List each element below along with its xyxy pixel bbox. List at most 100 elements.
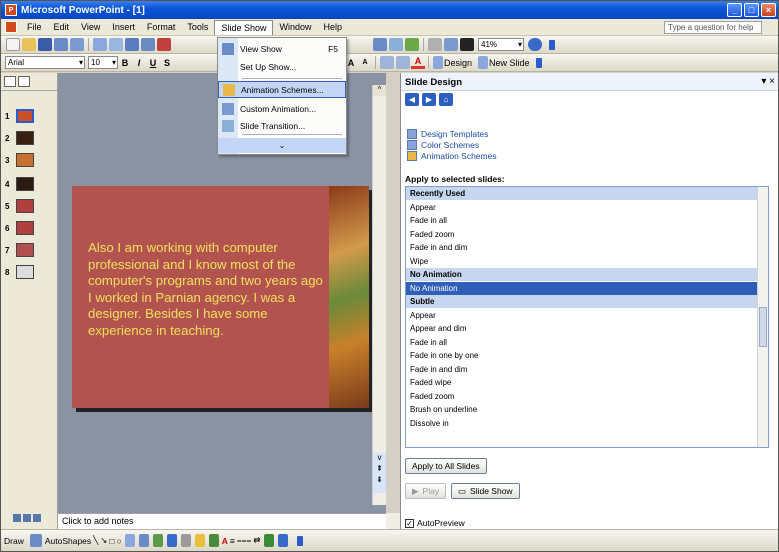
slide-thumbnail[interactable]: 8 bbox=[5, 265, 34, 279]
picture-icon[interactable] bbox=[180, 534, 191, 547]
menu-item-animation-schemes[interactable]: Animation Schemes... bbox=[218, 81, 346, 98]
animation-schemes-list[interactable]: Recently Used Appear Fade in all Faded zoom… bbox=[405, 186, 769, 448]
zoom-select[interactable]: 41% bbox=[478, 38, 524, 51]
previous-slide-icon[interactable]: ⇞ bbox=[376, 464, 383, 473]
bold-button[interactable]: B bbox=[118, 58, 132, 68]
grid-icon[interactable] bbox=[444, 38, 458, 51]
show-formatting-icon[interactable] bbox=[428, 38, 442, 51]
menu-tools[interactable]: Tools bbox=[181, 20, 214, 35]
slide-sorter-icon[interactable] bbox=[23, 514, 31, 522]
slide-thumbnail[interactable]: 5 bbox=[5, 199, 34, 213]
font-size-select[interactable]: 10 bbox=[88, 56, 118, 69]
slide-text-box[interactable]: Also I am working with computer professi… bbox=[88, 240, 328, 339]
increase-indent-icon[interactable] bbox=[396, 56, 410, 69]
wordart-icon[interactable] bbox=[138, 534, 149, 547]
list-item[interactable]: Appear bbox=[406, 309, 758, 322]
menu-file[interactable]: File bbox=[21, 20, 48, 35]
new-icon[interactable] bbox=[6, 38, 20, 51]
line-style-icon[interactable]: ≡ bbox=[230, 536, 235, 546]
research-icon[interactable] bbox=[141, 38, 155, 51]
slide-thumbnail[interactable]: 6 bbox=[5, 221, 34, 235]
menu-help[interactable]: Help bbox=[317, 20, 348, 35]
slides-tab-icon[interactable] bbox=[18, 76, 30, 87]
checkbox-icon[interactable]: ✓ bbox=[405, 518, 414, 528]
color-schemes-link[interactable]: Color Schemes bbox=[407, 140, 479, 150]
select-objects-icon[interactable] bbox=[29, 534, 42, 547]
shadow-button[interactable]: S bbox=[160, 58, 174, 68]
list-item[interactable]: Appear and dim bbox=[406, 322, 758, 335]
slide-thumbnail[interactable]: 4 bbox=[5, 177, 34, 191]
dash-style-icon[interactable]: ⩶ bbox=[237, 535, 252, 546]
list-item[interactable]: No Animation bbox=[406, 281, 758, 295]
toolbar-options-icon[interactable] bbox=[549, 39, 555, 50]
normal-view-icon[interactable] bbox=[13, 514, 21, 522]
scroll-up-icon[interactable]: ^ bbox=[373, 85, 386, 96]
list-item[interactable]: Fade in all bbox=[406, 214, 758, 227]
list-item[interactable]: Faded wipe bbox=[406, 376, 758, 389]
scroll-down-icon[interactable]: v bbox=[378, 453, 382, 462]
maximize-button[interactable]: □ bbox=[744, 3, 759, 17]
diagram-icon[interactable] bbox=[152, 534, 163, 547]
animation-schemes-link[interactable]: Animation Schemes bbox=[407, 151, 497, 161]
menu-view[interactable]: View bbox=[75, 20, 106, 35]
menu-format[interactable]: Format bbox=[141, 20, 182, 35]
apply-to-all-button[interactable]: Apply to All Slides bbox=[405, 458, 487, 474]
rectangle-icon[interactable]: □ bbox=[109, 536, 114, 546]
close-button[interactable]: × bbox=[761, 3, 776, 17]
font-select[interactable]: Arial bbox=[5, 56, 85, 69]
vertical-scrollbar[interactable]: ^ v ⇞ ⇟ bbox=[372, 85, 386, 505]
print-preview-icon[interactable] bbox=[109, 38, 123, 51]
toolbar-options-icon[interactable] bbox=[535, 57, 542, 68]
help-icon[interactable] bbox=[528, 38, 542, 51]
slideshow-view-icon[interactable] bbox=[33, 514, 41, 522]
clipart-icon[interactable] bbox=[166, 534, 177, 547]
list-item[interactable]: Appear bbox=[406, 201, 758, 214]
outline-tab-icon[interactable] bbox=[4, 76, 16, 87]
list-item[interactable]: Fade in one by one bbox=[406, 349, 758, 362]
list-item[interactable]: Fade in and dim bbox=[406, 241, 758, 254]
email-icon[interactable] bbox=[70, 38, 84, 51]
new-slide-button[interactable]: New Slide bbox=[489, 58, 530, 68]
slide-thumbnail[interactable]: 2 bbox=[5, 131, 34, 145]
menu-window[interactable]: Window bbox=[273, 20, 317, 35]
line-color-icon[interactable] bbox=[208, 534, 219, 547]
oval-icon[interactable]: ○ bbox=[117, 536, 122, 546]
font-color-draw-icon[interactable]: A bbox=[222, 536, 228, 546]
notes-scrollbar[interactable] bbox=[386, 513, 400, 529]
document-icon[interactable] bbox=[5, 21, 17, 33]
minimize-button[interactable]: _ bbox=[727, 3, 742, 17]
autoshapes-menu[interactable]: AutoShapes bbox=[45, 536, 91, 546]
scroll-thumb[interactable] bbox=[759, 307, 767, 347]
menu-item-view-show[interactable]: View Show F5 bbox=[218, 40, 346, 57]
fill-color-icon[interactable] bbox=[194, 534, 205, 547]
list-item[interactable]: Fade in all bbox=[406, 336, 758, 349]
list-item[interactable]: Dissolve in bbox=[406, 417, 758, 430]
save-icon[interactable] bbox=[38, 38, 52, 51]
list-item[interactable]: Brush on underline bbox=[406, 403, 758, 416]
decrease-font-icon[interactable]: A bbox=[358, 59, 372, 66]
arrow-style-icon[interactable]: ⇄ bbox=[253, 535, 260, 546]
chart-icon[interactable] bbox=[389, 38, 403, 51]
slide[interactable]: Also I am working with computer professi… bbox=[72, 186, 369, 408]
slide-thumbnail[interactable]: 1 bbox=[5, 109, 34, 123]
autopreview-checkbox[interactable]: ✓ AutoPreview bbox=[405, 518, 465, 528]
ask-question-input[interactable]: Type a question for help bbox=[664, 21, 762, 34]
list-item[interactable]: Faded zoom bbox=[406, 228, 758, 241]
insert-table-icon[interactable] bbox=[373, 38, 387, 51]
toolbar-options-icon[interactable] bbox=[296, 535, 303, 546]
slide-thumbnail[interactable]: 3 bbox=[5, 153, 34, 167]
design-button[interactable]: Design bbox=[444, 58, 472, 68]
menu-insert[interactable]: Insert bbox=[106, 20, 141, 35]
spelling-icon[interactable] bbox=[125, 38, 139, 51]
open-icon[interactable] bbox=[22, 38, 36, 51]
font-color-icon[interactable]: A bbox=[411, 56, 425, 69]
menu-edit[interactable]: Edit bbox=[48, 20, 76, 35]
underline-button[interactable]: U bbox=[146, 58, 160, 68]
home-icon[interactable]: ⌂ bbox=[439, 93, 453, 106]
print-icon[interactable] bbox=[93, 38, 107, 51]
list-item[interactable]: Faded zoom bbox=[406, 390, 758, 403]
decrease-indent-icon[interactable] bbox=[380, 56, 394, 69]
menu-item-slide-transition[interactable]: Slide Transition... bbox=[218, 117, 346, 134]
line-icon[interactable]: ╲ bbox=[93, 535, 98, 546]
expand-all-icon[interactable] bbox=[405, 38, 419, 51]
